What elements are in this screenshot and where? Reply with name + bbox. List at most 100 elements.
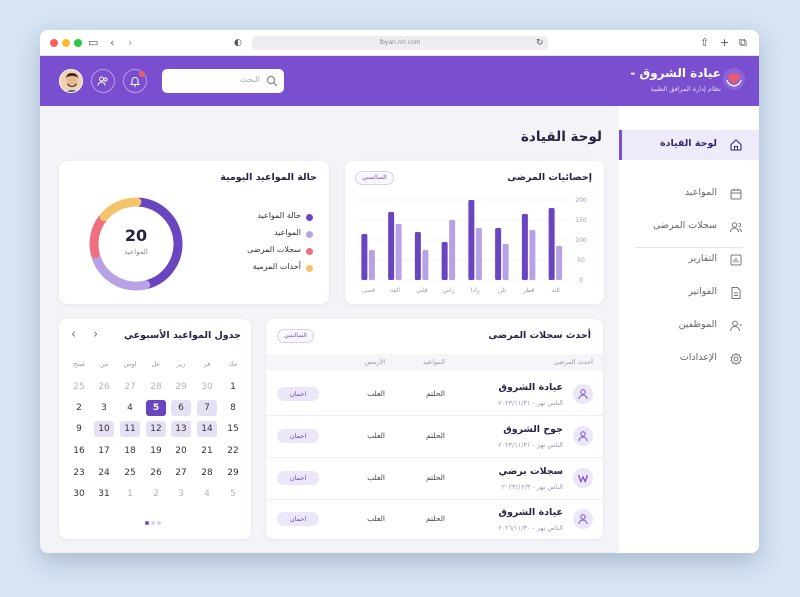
sidebar-item-dashboard[interactable]: لوحة القيادة [619,130,759,160]
calendar-day[interactable]: 26 [146,465,166,481]
minimize-window-dot[interactable] [62,39,70,47]
calendar-day[interactable]: 3 [171,486,191,502]
sidebar-item-invoices[interactable]: الفواتير [619,278,759,308]
bar[interactable] [422,250,429,280]
appointment-cell: الحلتم [426,514,445,523]
calendar-day[interactable]: 26 [94,379,114,395]
period-filter-button[interactable]: السالسبي [355,171,394,185]
sidebar-item-appointments[interactable]: المواعيد [619,179,759,209]
calendar-day[interactable]: 7 [197,400,217,416]
calendar-day[interactable]: 1 [120,486,140,502]
bar[interactable] [556,246,563,280]
calendar-day[interactable]: 10 [94,421,114,437]
calendar-day[interactable]: 18 [120,443,140,459]
new-tab-icon[interactable]: + [720,36,729,50]
page-dot[interactable] [145,521,149,525]
calendar-day[interactable]: 27 [120,379,140,395]
reload-icon[interactable]: ↻ [536,36,544,50]
calendar-day[interactable]: 23 [69,465,89,481]
card-title: حالة المواعيد اليومية [220,172,317,183]
forward-icon[interactable]: › [128,36,132,50]
calendar-day[interactable]: 29 [171,379,191,395]
user-icon [730,320,742,332]
bar[interactable] [368,250,375,280]
column-header: الأرمس [364,358,385,366]
bar[interactable] [441,242,448,280]
calendar-day[interactable]: 28 [197,465,217,481]
bar[interactable] [395,224,402,280]
table-row[interactable]: عيادة الشروق الناس تهر - ٢٠٢٦/١١/٣٠ الحل… [266,500,603,538]
bar[interactable] [521,214,528,280]
calendar-day[interactable]: 14 [197,421,217,437]
calendar-day[interactable]: 8 [223,400,243,416]
calendar-day[interactable]: 15 [223,421,243,437]
calendar-day[interactable]: 25 [69,379,89,395]
calendar-day[interactable]: 4 [120,400,140,416]
row-action-button[interactable]: احمان [277,429,319,443]
user-icon [578,389,588,400]
calendar-day[interactable]: 3 [94,400,114,416]
calendar-day[interactable]: 17 [94,443,114,459]
share-icon[interactable]: ⇧ [700,36,709,50]
calendar-day[interactable]: 13 [171,421,191,437]
donut-slice[interactable] [91,251,151,291]
view-all-button[interactable]: السالنتبي [277,329,314,343]
team-button[interactable] [91,69,115,93]
calendar-day[interactable]: 16 [69,443,89,459]
calendar-day[interactable]: 27 [171,465,191,481]
bar[interactable] [475,228,482,280]
page-dot[interactable] [151,521,155,525]
calendar-day[interactable]: 22 [223,443,243,459]
tabs-overview-icon[interactable]: ⧉ [739,36,747,50]
sidebar-toggle-icon[interactable]: ▭ [88,36,98,50]
row-action-button[interactable]: احمان [277,471,319,485]
sidebar-item-staff[interactable]: الموظفين [619,311,759,341]
calendar-day[interactable]: 11 [120,421,140,437]
user-avatar[interactable] [59,69,83,93]
sidebar-item-patient-records[interactable]: سجلات المرضى [619,212,759,242]
address-bar[interactable]: lbyan.nrl.com [252,36,548,50]
bar[interactable] [414,232,421,280]
calendar-day[interactable]: 24 [94,465,114,481]
calendar-day[interactable]: 30 [197,379,217,395]
search-input[interactable]: البحث [162,69,284,93]
calendar-day[interactable]: 20 [171,443,191,459]
calendar-day[interactable]: 28 [146,379,166,395]
calendar-day[interactable]: 12 [146,421,166,437]
table-row[interactable]: عيادة الشروق الناس تهر - ٢٠٢٣/١١/٣١ الحل… [266,374,603,414]
calendar-day[interactable]: 31 [94,486,114,502]
calendar-day[interactable]: 21 [197,443,217,459]
close-window-dot[interactable] [50,39,58,47]
calendar-day[interactable]: 4 [197,486,217,502]
page-dot[interactable] [157,521,161,525]
notifications-button[interactable] [123,69,147,93]
bar[interactable] [548,208,555,280]
back-icon[interactable]: ‹ [110,36,114,50]
calendar-day[interactable]: 2 [69,400,89,416]
bar[interactable] [449,220,456,280]
sidebar-item-settings[interactable]: الإعدادات [619,344,759,374]
calendar-day[interactable]: 29 [223,465,243,481]
sidebar-item-reports[interactable]: التقارير [619,245,759,275]
bar[interactable] [495,228,502,280]
calendar-day[interactable]: 2 [146,486,166,502]
donut-slice[interactable] [99,197,142,222]
row-action-button[interactable]: احمان [277,387,319,401]
maximize-window-dot[interactable] [74,39,82,47]
calendar-day[interactable]: 1 [223,379,243,395]
row-action-button[interactable]: احمان [277,512,319,526]
bar[interactable] [502,244,509,280]
calendar-day[interactable]: 9 [69,421,89,437]
bar[interactable] [529,230,536,280]
bar[interactable] [388,212,395,280]
bar[interactable] [361,234,368,280]
table-row[interactable]: جوح الشروق الناس تهر - ٢٠٢٣/١١/٣١ الحلتم… [266,416,603,456]
calendar-day[interactable]: 25 [120,465,140,481]
bar[interactable] [468,200,475,280]
calendar-day[interactable]: 19 [146,443,166,459]
calendar-day[interactable]: 5 [146,400,166,416]
calendar-day[interactable]: 5 [223,486,243,502]
calendar-day[interactable]: 30 [69,486,89,502]
calendar-day[interactable]: 6 [171,400,191,416]
table-row[interactable]: سجلات برضي الناس تهر - ٢٠٢٣/١٢/٣ الحلتم … [266,458,603,498]
